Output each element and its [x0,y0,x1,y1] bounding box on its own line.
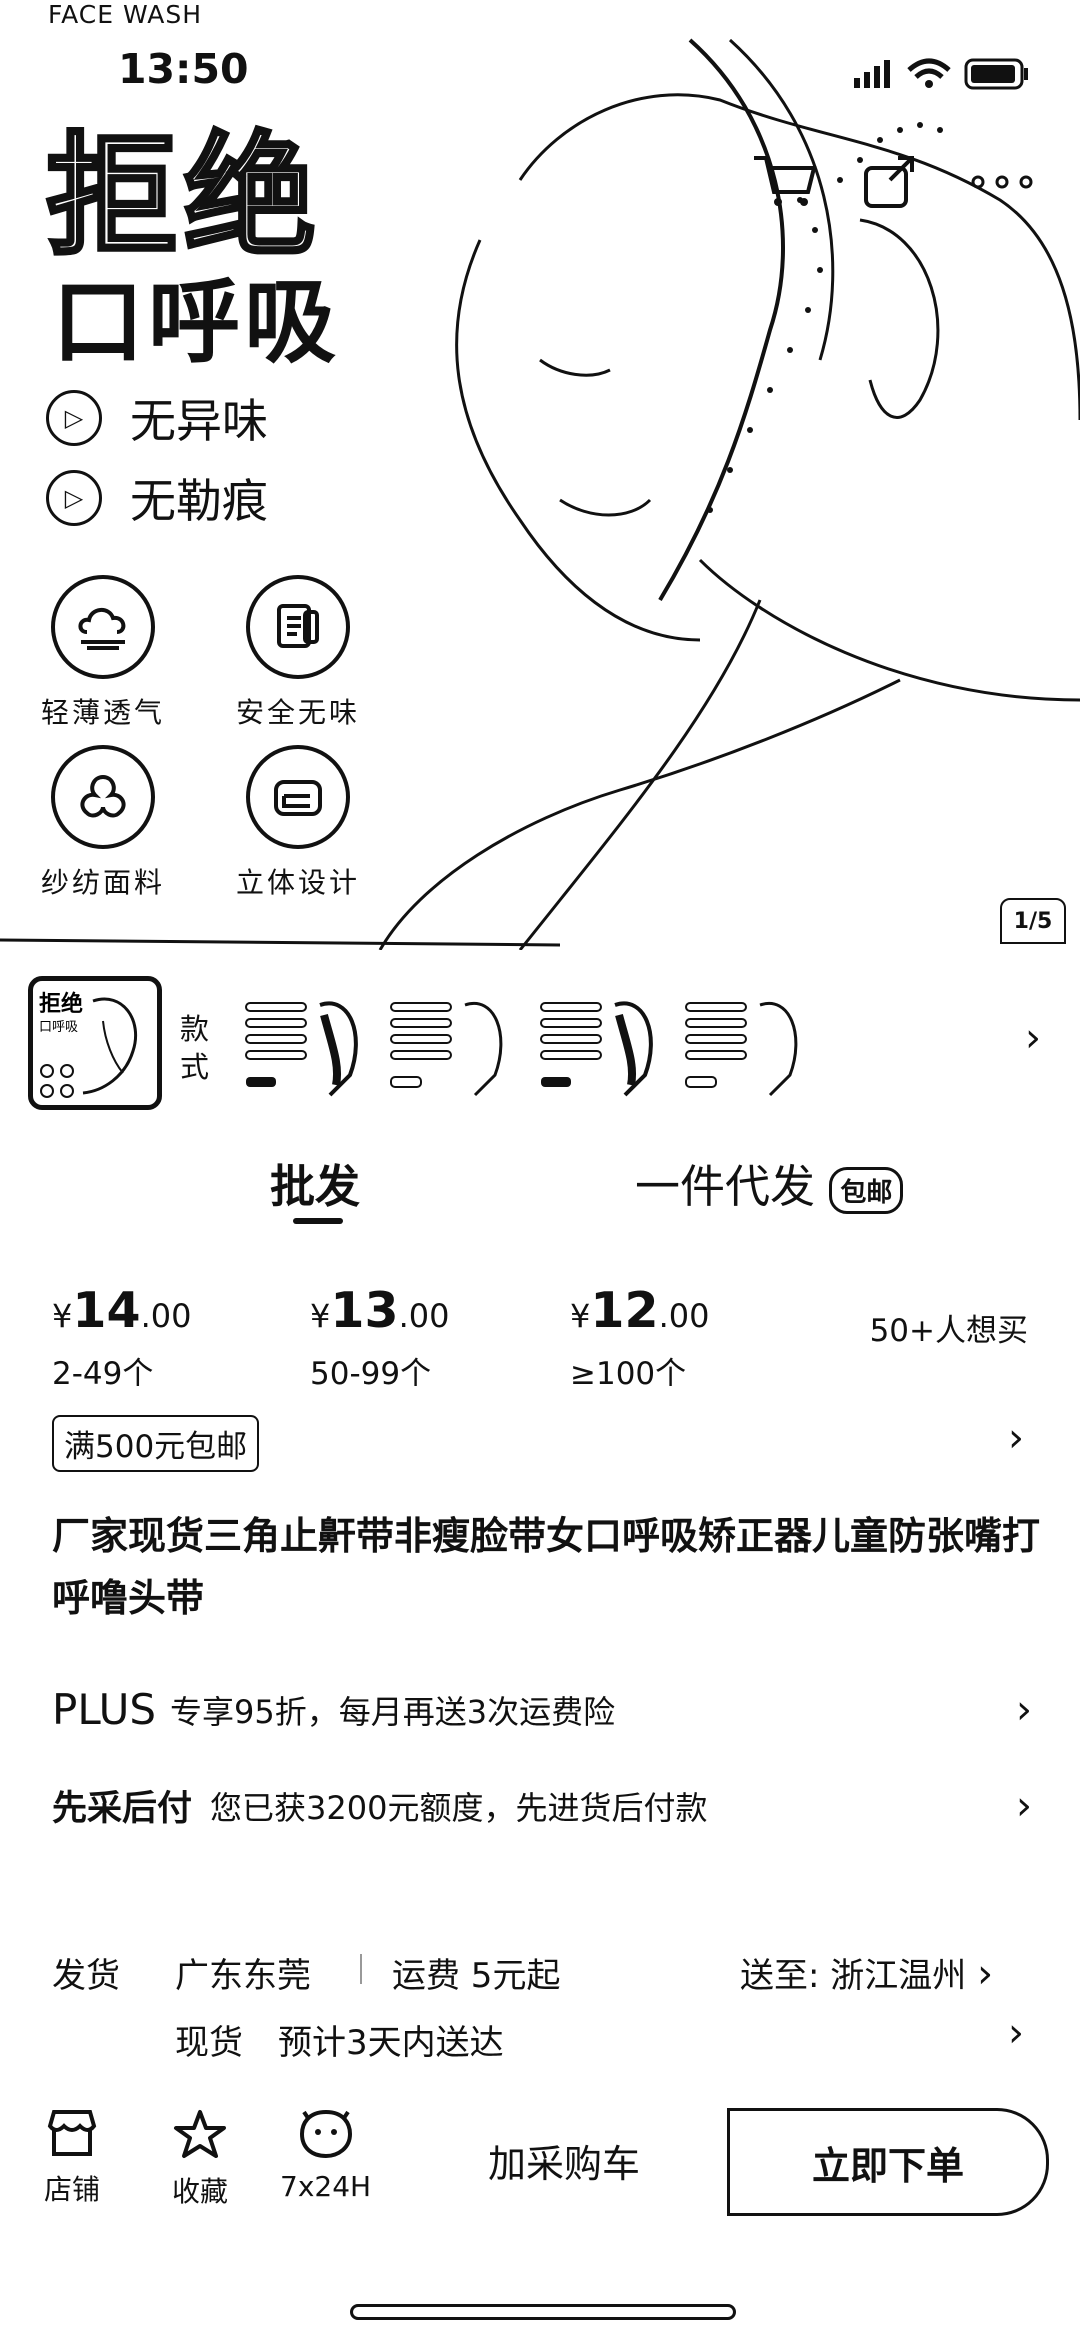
style-thumb[interactable] [680,985,810,1105]
style-thumb-selected[interactable]: 拒绝 口呼吸 [28,976,162,1110]
chevron-right-icon: › [977,1951,994,1997]
svg-text:口呼吸: 口呼吸 [39,1020,78,1035]
stock-status: 现货 [175,2023,243,2063]
chevron-right-icon: › [1016,1782,1032,1829]
home-indicator[interactable] [350,2304,736,2320]
share-icon[interactable] [860,150,920,210]
chevron-right-icon[interactable]: › [1008,2010,1024,2056]
cube-icon [246,745,350,849]
store-icon [47,2110,97,2156]
credit-label: 先采后付 [52,1789,193,1829]
want-buy-count: 50+人想买 [869,1313,1028,1349]
badge-safe: 安全无味 [213,575,383,731]
product-image-carousel[interactable]: FACE WASH 13:50 拒绝 口呼吸 ▷ 无异味 ▷ 无勒痕 轻薄透气 … [0,0,1080,950]
plus-benefit-row[interactable]: PLUS 专享95折，每月再送3次运费险 › [52,1685,1032,1734]
tab-wholesale[interactable]: 批发 [270,1150,360,1215]
tab-dropship[interactable]: 一件代发 包邮 [635,1150,904,1215]
svg-text:拒绝: 拒绝 [39,991,83,1017]
price-tier-3: ¥12.00 [570,1282,710,1339]
tab-underline [293,1218,343,1224]
style-thumb[interactable] [240,985,370,1105]
status-icons [854,52,1034,96]
cloud-icon [51,575,155,679]
price-tier-2: ¥13.00 [310,1282,450,1339]
flower-icon [51,745,155,849]
feature-no-marks: ▷ 无勒痕 [46,465,268,531]
play-icon: ▷ [46,390,102,446]
price-tier-1-range: 2-49个 [52,1356,154,1392]
price-tier-2-range: 50-99个 [310,1356,432,1392]
chevron-right-icon: › [1016,1686,1032,1733]
service-button[interactable]: 7x24H [280,2108,371,2203]
style-thumb[interactable] [535,985,665,1105]
favorite-button[interactable]: 收藏 [172,2108,228,2210]
chevron-right-icon[interactable]: › [1025,1015,1041,1061]
play-icon: ▷ [46,470,102,526]
style-thumb[interactable] [385,985,515,1105]
more-icon[interactable] [968,170,1038,194]
status-time: 13:50 [118,45,249,93]
price-tier-3-range: ≥100个 [570,1356,687,1392]
badge-fabric: 纱纺面料 [18,745,188,901]
divider [360,1954,362,1984]
badge-3d: 立体设计 [213,745,383,901]
price-tier-1: ¥14.00 [52,1282,192,1339]
shipping-fee: 运费 5元起 [392,1956,561,1996]
shipping-origin: 广东东莞 [175,1956,311,1996]
chat-icon [299,2109,352,2159]
add-to-cart-button[interactable]: 加采购车 [488,2133,640,2188]
credit-row[interactable]: 先采后付 您已获3200元额度，先进货后付款 › [52,1780,1032,1831]
star-icon [174,2110,226,2158]
shop-button[interactable]: 店铺 [44,2108,100,2208]
free-shipping-badge: 满500元包邮 [52,1415,260,1472]
image-counter: 1/5 [1000,898,1066,944]
hero-subtitle: 口呼吸 [52,269,341,376]
style-label: 款式 [180,1012,210,1084]
destination-row[interactable]: 送至: 浙江温州 › [740,1948,993,1997]
brand-label: FACE WASH [48,0,203,29]
plus-label: PLUS [52,1685,157,1734]
shipping-label: 发货 [52,1956,120,1996]
product-title: 厂家现货三角止鼾带非瘦脸带女口呼吸矫正器儿童防张嘴打呼噜头带 [52,1514,1041,1620]
buy-now-button[interactable]: 立即下单 [727,2108,1049,2216]
feature-no-odor: ▷ 无异味 [46,385,268,451]
badge-breathable: 轻薄透气 [18,575,188,731]
free-shipping-tag: 包邮 [829,1166,904,1214]
chevron-right-icon[interactable]: › [1008,1415,1024,1461]
cart-icon[interactable] [750,150,820,210]
document-icon [246,575,350,679]
delivery-eta: 预计3天内送达 [278,2023,504,2063]
